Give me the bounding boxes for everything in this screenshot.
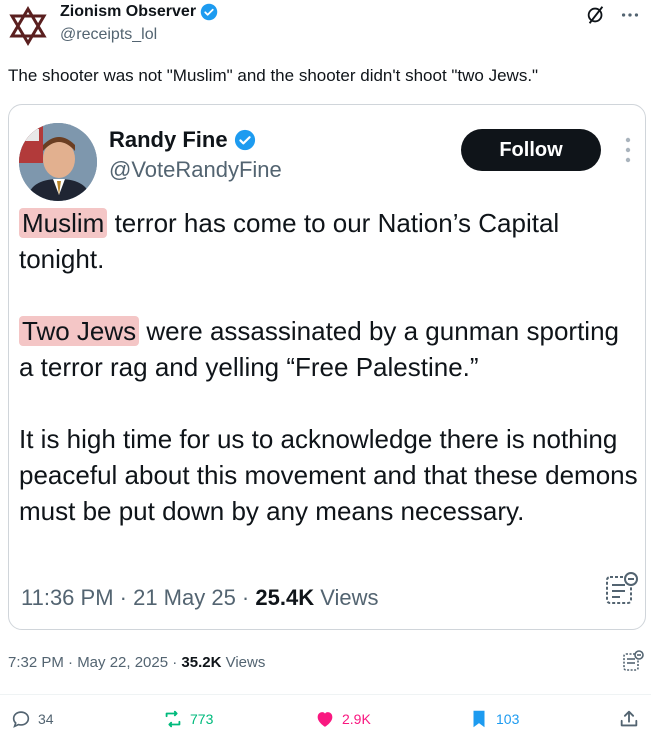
- quoted-post-meta: 11:36 PM · 21 May 25 · 25.4K Views: [21, 585, 379, 611]
- summary-icon[interactable]: [622, 650, 644, 672]
- post-meta: 7:32 PM · May 22, 2025 · 35.2K Views: [8, 654, 265, 671]
- star-of-david-logo-icon[interactable]: [8, 6, 48, 46]
- quoted-post-card[interactable]: Randy Fine @VoteRandyFine Follow Muslim …: [8, 104, 646, 630]
- bookmark-count: 103: [496, 711, 520, 727]
- quoted-views-label: Views: [314, 585, 379, 610]
- share-button[interactable]: [618, 708, 640, 730]
- action-bar: 34 773 2.9K 103: [0, 706, 651, 733]
- reply-button[interactable]: 34: [10, 708, 54, 730]
- heart-icon: [317, 712, 333, 727]
- verified-badge-icon: [234, 129, 255, 151]
- quoted-paragraph-3: It is high time for us to acknowledge th…: [19, 424, 638, 526]
- quoted-timestamp: 11:36 PM · 21 May 25 ·: [21, 585, 256, 610]
- quoted-author-name[interactable]: Randy Fine: [109, 127, 228, 153]
- quoted-post-text: Muslim terror has come to our Nation’s C…: [19, 205, 639, 565]
- tweet-text: The shooter was not "Muslim" and the sho…: [8, 66, 539, 85]
- views-label: Views: [221, 654, 266, 671]
- post-timestamp[interactable]: 7:32 PM · May 22, 2025 ·: [8, 654, 181, 671]
- summary-icon[interactable]: [603, 571, 639, 607]
- verified-badge-icon: [200, 3, 218, 21]
- highlighted-word: Muslim: [19, 208, 108, 238]
- reply-count: 34: [38, 711, 54, 727]
- share-icon: [620, 710, 638, 727]
- repost-count: 773: [190, 711, 214, 727]
- more-vertical-icon[interactable]: [621, 135, 635, 165]
- views-count: 35.2K: [181, 654, 222, 671]
- divider: [0, 694, 651, 695]
- avatar[interactable]: [19, 123, 97, 201]
- top-actions: [585, 4, 641, 26]
- reply-icon: [12, 711, 30, 728]
- quoted-author-handle[interactable]: @VoteRandyFine: [109, 157, 282, 183]
- bookmark-icon: [473, 710, 485, 728]
- quoted-author: Randy Fine @VoteRandyFine: [109, 127, 282, 183]
- tweet-author: Zionism Observer @receipts_lol: [60, 2, 218, 44]
- repost-icon: [165, 710, 181, 728]
- author-name[interactable]: Zionism Observer: [60, 3, 196, 21]
- grok-icon[interactable]: [585, 4, 607, 26]
- like-count: 2.9K: [342, 711, 371, 727]
- repost-button[interactable]: 773: [162, 708, 213, 730]
- highlighted-word: Two Jews: [19, 316, 140, 346]
- quoted-paragraph-1: Muslim terror has come to our Nation’s C…: [19, 205, 639, 277]
- more-horizontal-icon[interactable]: [619, 4, 641, 26]
- like-button[interactable]: 2.9K: [314, 708, 371, 730]
- follow-button[interactable]: Follow: [461, 129, 601, 171]
- quoted-paragraph-2: Two Jews were assassinated by a gunman s…: [19, 313, 639, 385]
- bookmark-button[interactable]: 103: [468, 708, 519, 730]
- quoted-views-count: 25.4K: [255, 585, 315, 610]
- author-handle[interactable]: @receipts_lol: [60, 26, 218, 44]
